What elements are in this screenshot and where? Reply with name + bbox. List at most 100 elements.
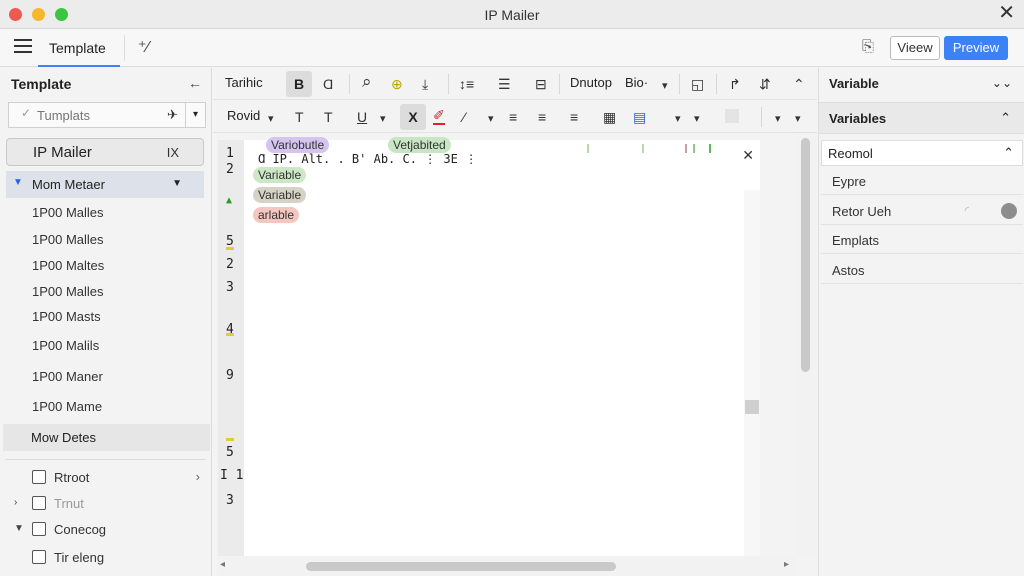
comment-icon[interactable]: ◱ <box>691 74 704 94</box>
inner-scroll-thumb[interactable] <box>745 400 759 414</box>
paint-icon[interactable]: ⊕ <box>391 74 403 94</box>
text-size-icon[interactable]: T <box>295 107 304 127</box>
align-center-icon[interactable]: ≡ <box>538 107 546 127</box>
change-marker <box>226 333 234 336</box>
pen-icon[interactable]: ✐ <box>433 107 445 125</box>
variable-chip[interactable]: arlable <box>253 207 300 223</box>
scroll-left-icon[interactable]: ◂ <box>220 559 225 570</box>
search-dropdown-button[interactable]: ▾ <box>186 102 206 128</box>
variable-label: Retor Ueh <box>832 204 892 219</box>
align-right-icon[interactable]: ≡ <box>570 107 578 127</box>
image-icon[interactable]: ▤ <box>633 107 646 127</box>
chevron-down-icon[interactable]: ▾ <box>268 109 274 129</box>
text-style-icon[interactable]: T <box>324 107 333 127</box>
list-item[interactable]: 1P00 Malles <box>32 205 104 220</box>
list-item[interactable]: 1P00 Malles <box>32 232 104 247</box>
font-family-select[interactable]: Tarihic <box>225 75 263 90</box>
variable-item[interactable]: Eypre <box>821 167 1023 195</box>
checkbox-row[interactable]: › Trnut <box>10 493 206 515</box>
download-icon[interactable]: ⤓ <box>422 74 428 94</box>
search-icon[interactable]: ⌕ <box>362 72 372 92</box>
expander-icon[interactable]: › <box>14 497 17 508</box>
close-icon[interactable]: ✕ <box>742 147 754 164</box>
editor-canvas[interactable]: Variobutle Vetjabited Ɑ IP. Alt. . B' Ab… <box>244 137 760 556</box>
list-item[interactable]: 1P00 Malles <box>32 284 104 299</box>
vertical-scroll-thumb[interactable] <box>801 138 810 372</box>
color-swatch[interactable] <box>725 109 739 123</box>
collapse-icon[interactable]: ⌄⌄ <box>992 76 1012 90</box>
clear-format-button[interactable]: X <box>400 104 426 130</box>
sidebar-selected-item[interactable]: ▼ Mom Metaer ▼ <box>6 171 204 198</box>
variable-chip[interactable]: Vetjabited <box>388 137 451 153</box>
checkbox-label: Rtroot <box>54 470 90 485</box>
highlighter-icon[interactable]: ⁄ <box>463 107 465 127</box>
line-spacing-icon[interactable]: ↕≡ <box>459 74 474 94</box>
chevron-down-icon[interactable]: ▾ <box>662 76 668 96</box>
checklist-icon[interactable]: ⊟ <box>535 74 547 94</box>
bold-button[interactable]: B <box>286 71 312 97</box>
variable-chip[interactable]: Variable <box>253 167 307 183</box>
chevron-down-icon[interactable]: ▾ <box>694 109 700 129</box>
list-item[interactable]: 1P00 Mame <box>32 399 102 414</box>
scroll-right-icon[interactable]: ▸ <box>784 559 789 570</box>
checkbox[interactable] <box>32 522 46 536</box>
variable-chip[interactable]: Variobutle <box>266 137 330 153</box>
details-row[interactable]: Mow Detes <box>3 424 210 451</box>
collapse-icon[interactable]: ⌃ <box>793 74 805 94</box>
style-select[interactable]: Rovid <box>227 108 260 123</box>
chevron-down-icon[interactable]: ▾ <box>380 109 386 129</box>
horizontal-scroll-thumb[interactable] <box>306 562 616 571</box>
checkbox[interactable] <box>32 550 46 564</box>
checkbox-row[interactable]: Tir eleng <box>10 547 206 569</box>
checkbox-row[interactable]: ▼ Conecog <box>10 519 206 541</box>
bio-select[interactable]: Bio· <box>625 75 648 90</box>
variables-section-header[interactable]: Variables ⌃ <box>819 102 1024 134</box>
chevron-down-icon[interactable]: ▼ <box>172 178 182 189</box>
chevron-up-icon[interactable]: ⌃ <box>1000 110 1011 126</box>
chevron-up-icon[interactable]: ⌃ <box>1003 145 1014 161</box>
expander-icon[interactable]: ▼ <box>14 523 24 534</box>
expand-icon[interactable]: ⁺⁄ <box>138 37 149 57</box>
checkbox-row[interactable]: Rtroot › <box>10 467 206 489</box>
expand-arrow-icon[interactable]: ▼ <box>13 177 23 188</box>
subsection-header[interactable]: Reomol ⌃ <box>821 140 1023 166</box>
toggle-knob[interactable] <box>1001 203 1017 219</box>
list-item[interactable]: 1P00 Malils <box>32 338 99 353</box>
marker <box>693 144 695 153</box>
checkbox[interactable] <box>32 496 46 510</box>
preview-button[interactable]: Preview <box>944 36 1008 60</box>
chevron-down-icon[interactable]: ▾ <box>675 109 681 129</box>
document-icon[interactable]: ⎘ <box>862 38 874 55</box>
swap-icon[interactable]: ⇵ <box>759 74 771 94</box>
variable-chip[interactable]: Variable <box>253 187 307 203</box>
italic-icon[interactable]: Ɑ <box>323 74 333 94</box>
chevron-right-icon[interactable]: › <box>196 469 200 484</box>
underline-icon[interactable]: U <box>357 107 367 127</box>
chevron-down-icon[interactable]: ▾ <box>795 109 801 129</box>
table-icon[interactable]: ▦ <box>603 107 616 127</box>
view-button[interactable]: Vieew <box>890 36 940 60</box>
chevron-down-icon[interactable]: ▾ <box>775 109 781 129</box>
back-arrow-icon[interactable]: ← <box>188 75 202 91</box>
mailer-x-label[interactable]: IX <box>167 145 179 160</box>
variable-item[interactable]: Retor Ueh ◜ <box>821 197 1023 225</box>
redo-icon[interactable]: ↱ <box>729 74 741 94</box>
checkbox[interactable] <box>32 470 46 484</box>
list-item[interactable]: 1P00 Maner <box>32 369 103 384</box>
code-line[interactable]: Ɑ IP. Alt. . B' Ab. C. ⋮ 3E ⋮ <box>258 152 477 166</box>
chevron-down-icon[interactable]: ▾ <box>488 109 494 129</box>
list-item[interactable]: 1P00 Maltes <box>32 258 104 273</box>
pin-icon[interactable]: ✈ <box>167 107 178 123</box>
dnutop-button[interactable]: Dnutop <box>570 75 612 90</box>
align-left-icon[interactable]: ≡ <box>509 107 517 127</box>
list-icon[interactable]: ☰ <box>498 74 511 94</box>
inner-scrollbar[interactable] <box>744 190 760 556</box>
close-icon[interactable]: ✕ <box>998 3 1015 23</box>
list-item[interactable]: 1P00 Masts <box>32 309 101 324</box>
variable-item[interactable]: Emplats <box>821 226 1023 254</box>
tab-template[interactable]: Template <box>38 29 120 67</box>
template-search-field[interactable]: ✓ ✈ <box>8 102 186 128</box>
menu-icon[interactable] <box>14 39 32 53</box>
mailer-selector[interactable]: IP Mailer IX <box>6 138 204 166</box>
variable-item[interactable]: Astos <box>821 256 1023 284</box>
